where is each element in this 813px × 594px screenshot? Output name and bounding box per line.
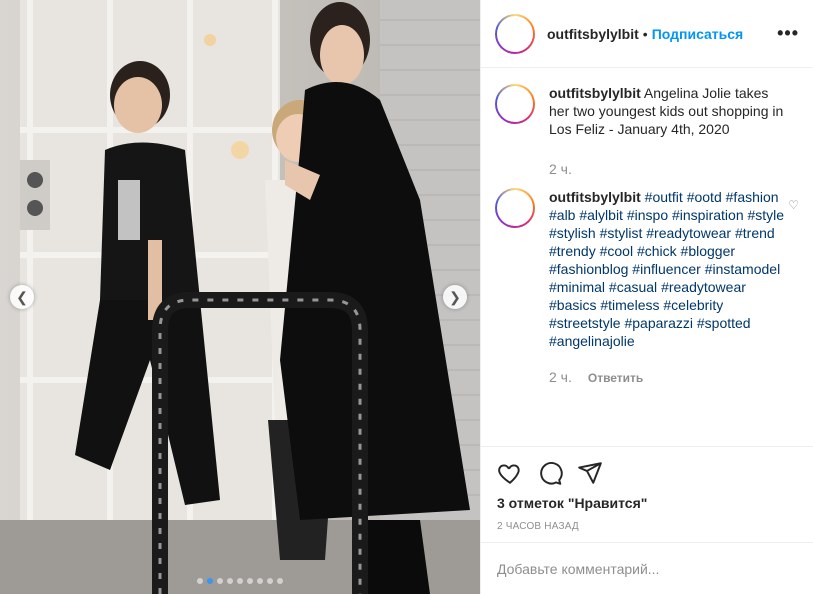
avatar[interactable]: [495, 13, 535, 54]
more-options-icon[interactable]: •••: [777, 23, 799, 44]
hashtag-link[interactable]: #trend: [735, 225, 775, 241]
comment-username[interactable]: outfitsbylylbit: [549, 189, 641, 205]
prev-slide-button[interactable]: ❮: [10, 285, 34, 309]
post-actions: 3 отметок "Нравится" 2 часов назад: [481, 446, 813, 532]
hashtag-link[interactable]: #outfit: [645, 189, 683, 205]
hashtag-link[interactable]: #streetstyle: [549, 315, 621, 331]
hashtag-link[interactable]: #alylbit: [579, 207, 623, 223]
carousel-dot: [277, 578, 283, 584]
hashtag-link[interactable]: #angelinajolie: [549, 333, 635, 349]
carousel-dot: [227, 578, 233, 584]
hashtag-link[interactable]: #spotted: [697, 315, 751, 331]
next-slide-button[interactable]: ❯: [443, 285, 467, 309]
follow-button[interactable]: Подписаться: [652, 26, 744, 42]
hashtag-list: #outfit #ootd #fashion #alb #alylbit #in…: [549, 189, 784, 349]
caption-username[interactable]: outfitsbylylbit: [549, 85, 641, 101]
comment-icon[interactable]: [537, 460, 563, 486]
hashtag-link[interactable]: #inspiration: [672, 207, 744, 223]
comment-like-icon[interactable]: ♡: [788, 198, 799, 212]
hashtag-link[interactable]: #fashion: [726, 189, 779, 205]
hashtag-link[interactable]: #minimal: [549, 279, 605, 295]
comment-time[interactable]: 2 ч.: [549, 368, 572, 387]
post-details-panel: outfitsbylylbit • Подписаться ••• outfit…: [480, 0, 813, 594]
heart-icon[interactable]: [497, 460, 523, 486]
hashtag-link[interactable]: #readytowear: [646, 225, 731, 241]
share-icon[interactable]: [577, 460, 603, 486]
hashtag-link[interactable]: #instamodel: [705, 261, 781, 277]
hashtag-link[interactable]: #trendy: [549, 243, 596, 259]
comments-list[interactable]: outfitsbylylbit Angelina Jolie takes her…: [481, 68, 813, 446]
photo-scene: [0, 0, 480, 594]
hashtag-link[interactable]: #inspo: [627, 207, 668, 223]
chevron-right-icon: ❯: [449, 288, 461, 305]
carousel-dot: [197, 578, 203, 584]
carousel-dot: [217, 578, 223, 584]
header-separator: •: [642, 25, 648, 42]
hashtag-link[interactable]: #alb: [549, 207, 575, 223]
hashtag-link[interactable]: #cool: [600, 243, 633, 259]
caption-time[interactable]: 2 ч.: [549, 160, 572, 178]
hashtag-link[interactable]: #timeless: [600, 297, 659, 313]
hashtag-link[interactable]: #stylish: [549, 225, 596, 241]
chevron-left-icon: ❮: [16, 288, 28, 305]
posted-time[interactable]: 2 часов назад: [497, 521, 798, 532]
hashtag-link[interactable]: #readytowear: [661, 279, 746, 295]
header-username[interactable]: outfitsbylylbit: [547, 26, 639, 42]
hashtag-link[interactable]: #casual: [609, 279, 657, 295]
hashtag-link[interactable]: #stylist: [600, 225, 643, 241]
carousel-dot: [207, 578, 213, 584]
hashtag-link[interactable]: #ootd: [687, 189, 722, 205]
likes-count[interactable]: 3 отметок "Нравится": [497, 495, 798, 511]
caption-comment: outfitsbylylbit Angelina Jolie takes her…: [495, 84, 799, 178]
hashtag-comment: outfitsbylylbit #outfit #ootd #fashion #…: [495, 188, 799, 387]
post-header: outfitsbylylbit • Подписаться •••: [481, 0, 813, 68]
hashtag-link[interactable]: #chick: [637, 243, 677, 259]
post-photo[interactable]: ❮ ❯: [0, 0, 480, 594]
hashtag-link[interactable]: #style: [748, 207, 785, 223]
avatar[interactable]: [495, 188, 535, 228]
hashtag-link[interactable]: #influencer: [632, 261, 701, 277]
comment-input[interactable]: [497, 560, 798, 577]
carousel-dot: [237, 578, 243, 584]
carousel-dot: [257, 578, 263, 584]
hashtag-link[interactable]: #fashionblog: [549, 261, 628, 277]
carousel-dot: [267, 578, 273, 584]
hashtag-link[interactable]: #paparazzi: [624, 315, 693, 331]
hashtag-link[interactable]: #blogger: [681, 243, 736, 259]
reply-button[interactable]: Ответить: [588, 368, 643, 387]
carousel-indicator: [0, 578, 480, 584]
carousel-dot: [247, 578, 253, 584]
hashtag-link[interactable]: #celebrity: [663, 297, 723, 313]
avatar[interactable]: [495, 84, 535, 124]
hashtag-link[interactable]: #basics: [549, 297, 596, 313]
add-comment-bar: [481, 542, 813, 594]
